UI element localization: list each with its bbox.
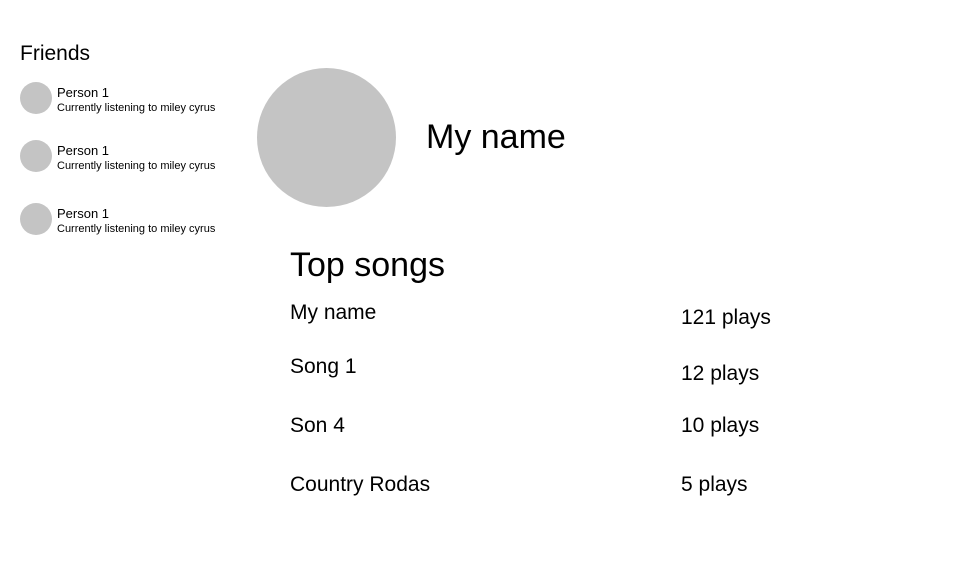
friend-name[interactable]: Person 1 <box>57 206 109 221</box>
friend-avatar[interactable] <box>20 82 52 114</box>
song-plays: 5 plays <box>681 473 748 496</box>
friend-name[interactable]: Person 1 <box>57 85 109 100</box>
song-plays: 12 plays <box>681 362 760 385</box>
friend-status: Currently listening to miley cyrus <box>57 223 216 235</box>
song-name[interactable]: My name <box>290 301 376 325</box>
friend-item[interactable]: Person 1 Currently listening to miley cy… <box>20 140 240 172</box>
song-plays: 10 plays <box>681 414 760 437</box>
friend-status: Currently listening to miley cyrus <box>57 102 216 114</box>
song-name[interactable]: Country Rodas <box>290 473 430 497</box>
friend-status: Currently listening to miley cyrus <box>57 160 216 172</box>
friend-item[interactable]: Person 1 Currently listening to miley cy… <box>20 203 240 235</box>
profile-name: My name <box>426 118 566 156</box>
friend-name[interactable]: Person 1 <box>57 143 109 158</box>
song-plays: 121 plays <box>681 306 771 329</box>
friend-avatar[interactable] <box>20 203 52 235</box>
song-name[interactable]: Song 1 <box>290 355 357 379</box>
profile-avatar[interactable] <box>257 68 396 207</box>
friend-avatar[interactable] <box>20 140 52 172</box>
friends-title: Friends <box>20 42 91 65</box>
friend-item[interactable]: Person 1 Currently listening to miley cy… <box>20 82 240 114</box>
top-songs-title: Top songs <box>290 246 445 284</box>
song-name[interactable]: Son 4 <box>290 414 345 438</box>
